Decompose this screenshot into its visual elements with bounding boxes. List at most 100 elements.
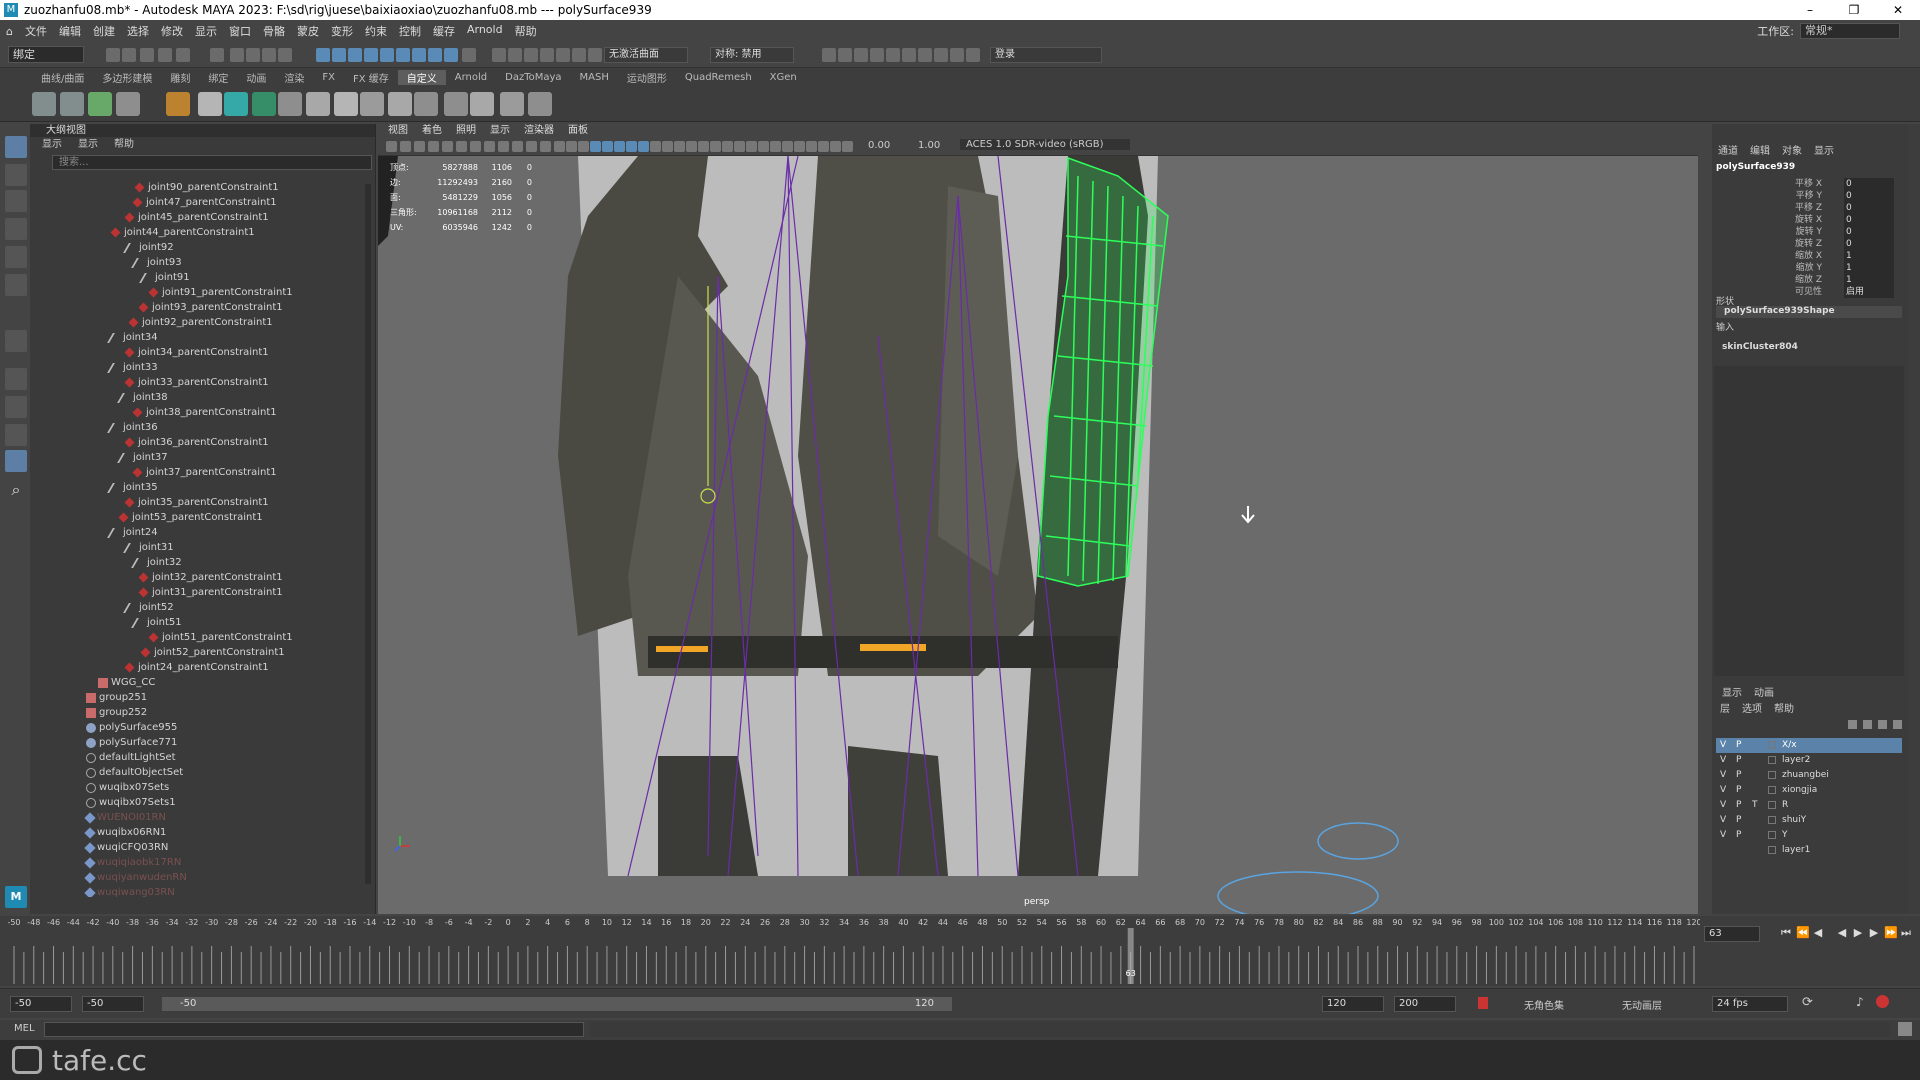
live-surface-field[interactable]: 无激活曲面 bbox=[604, 47, 688, 63]
go-to-end-icon[interactable]: ⏭ bbox=[1900, 927, 1912, 939]
viewport-tool-icon-5[interactable] bbox=[456, 141, 467, 152]
channel-box-menu-item-2[interactable]: 对象 bbox=[1782, 144, 1802, 160]
range-slider-bar[interactable]: -50 120 bbox=[162, 997, 952, 1011]
object-name[interactable]: polySurface939 bbox=[1716, 162, 1795, 172]
outliner-row[interactable]: joint34 bbox=[107, 330, 158, 345]
channel-box-menu-item-3[interactable]: 显示 bbox=[1814, 144, 1834, 160]
viewport-tool-icon-13[interactable] bbox=[566, 141, 577, 152]
layer-color-swatch[interactable] bbox=[1768, 756, 1776, 764]
viewport-tool-icon-27[interactable] bbox=[734, 141, 745, 152]
current-frame-field[interactable]: 63 bbox=[1704, 926, 1760, 942]
menu-item-2[interactable]: 创建 bbox=[87, 23, 121, 39]
channel-attr-row[interactable]: 旋转 Y 0 bbox=[1712, 226, 1908, 238]
outliner-row[interactable]: wuqiyanwudenRN bbox=[84, 870, 187, 885]
layer-color-swatch[interactable] bbox=[1768, 786, 1776, 794]
layer-playback-toggle[interactable]: P bbox=[1736, 783, 1741, 798]
layer-playback-toggle[interactable]: P bbox=[1736, 798, 1741, 813]
status-tool-icon-3[interactable] bbox=[158, 48, 172, 62]
viewport-tool-icon-22[interactable] bbox=[674, 141, 685, 152]
channel-attr-value[interactable]: 0 bbox=[1844, 202, 1894, 214]
outliner-row[interactable]: joint44_parentConstraint1 bbox=[110, 225, 255, 240]
channel-attr-value[interactable]: 0 bbox=[1844, 178, 1894, 190]
outliner-row[interactable]: joint33 bbox=[107, 360, 158, 375]
viewport-tool-icon-16[interactable] bbox=[602, 141, 613, 152]
step-forward-key-icon[interactable]: ▶︎ bbox=[1868, 927, 1880, 939]
channel-attr-row[interactable]: 可见性 启用 bbox=[1712, 286, 1908, 298]
status-tool-icon-32[interactable] bbox=[902, 48, 916, 62]
loop-icon[interactable]: ⟳ bbox=[1802, 995, 1813, 1010]
menu-item-7[interactable]: 骨骼 bbox=[257, 23, 291, 39]
viewport-tool-icon-36[interactable] bbox=[842, 141, 853, 152]
shelf-tool-icon-4[interactable] bbox=[166, 92, 190, 116]
viewport-tool-icon-24[interactable] bbox=[698, 141, 709, 152]
viewport-tool-icon-23[interactable] bbox=[686, 141, 697, 152]
outliner-row[interactable]: joint35_parentConstraint1 bbox=[124, 495, 269, 510]
channel-attr-value[interactable]: 0 bbox=[1844, 226, 1894, 238]
status-tool-icon-31[interactable] bbox=[886, 48, 900, 62]
outliner-row[interactable]: joint45_parentConstraint1 bbox=[124, 210, 269, 225]
viewport-menu-item-1[interactable]: 着色 bbox=[422, 124, 442, 138]
status-tool-icon-5[interactable] bbox=[210, 48, 224, 62]
outliner-row[interactable]: joint93 bbox=[131, 255, 182, 270]
status-tool-icon-19[interactable] bbox=[462, 48, 476, 62]
shelf-tool-icon-2[interactable] bbox=[88, 92, 112, 116]
layer-color-swatch[interactable] bbox=[1768, 846, 1776, 854]
viewport-tool-icon-25[interactable] bbox=[710, 141, 721, 152]
side-by-side-layout-icon[interactable] bbox=[5, 424, 27, 446]
outliner-row[interactable]: joint92_parentConstraint1 bbox=[128, 315, 273, 330]
outliner-row[interactable]: joint36 bbox=[107, 420, 158, 435]
channel-attr-row[interactable]: 缩放 Z 1 bbox=[1712, 274, 1908, 286]
channel-attr-value[interactable]: 0 bbox=[1844, 190, 1894, 202]
search-icon[interactable]: ⌕ bbox=[5, 480, 27, 502]
shelf-tool-icon-15[interactable] bbox=[470, 92, 494, 116]
layer-row[interactable]: V Pxiongjia bbox=[1716, 783, 1902, 798]
viewport-menu-item-2[interactable]: 照明 bbox=[456, 124, 476, 138]
channel-attr-value[interactable]: 0 bbox=[1844, 238, 1894, 250]
shelf-tool-icon-1[interactable] bbox=[60, 92, 84, 116]
cache-icon[interactable] bbox=[1876, 995, 1889, 1008]
outliner-row[interactable]: joint35 bbox=[107, 480, 158, 495]
shelf-tab-6[interactable]: FX bbox=[313, 72, 344, 83]
step-back-icon[interactable]: ⏪ bbox=[1796, 927, 1810, 939]
viewport-tool-icon-4[interactable] bbox=[442, 141, 453, 152]
status-tool-icon-23[interactable] bbox=[540, 48, 554, 62]
lasso-tool-icon[interactable] bbox=[5, 164, 27, 186]
status-tool-icon-20[interactable] bbox=[492, 48, 506, 62]
outliner-menu-item-2[interactable]: 帮助 bbox=[114, 137, 134, 153]
time-slider[interactable]: -50 -48 -46 -44 -42 -40 -38 -36 -34 -32 -30 -28 -26-… bbox=[0, 916, 1920, 986]
outliner-row[interactable]: joint47_parentConstraint1 bbox=[132, 195, 277, 210]
outliner-row[interactable]: group251 bbox=[86, 690, 147, 705]
status-tool-icon-2[interactable] bbox=[140, 48, 154, 62]
layer-move-up-icon[interactable] bbox=[1848, 720, 1857, 729]
shelf-tab-7[interactable]: FX 缓存 bbox=[344, 70, 398, 85]
viewport-tool-icon-2[interactable] bbox=[414, 141, 425, 152]
auto-key-icon[interactable] bbox=[1478, 997, 1488, 1009]
shelf-tool-icon-7[interactable] bbox=[252, 92, 276, 116]
outliner-scrollbar[interactable] bbox=[365, 184, 371, 884]
shelf-tab-5[interactable]: 渲染 bbox=[275, 70, 313, 85]
layer-color-swatch[interactable] bbox=[1768, 771, 1776, 779]
status-tool-icon-27[interactable] bbox=[822, 48, 836, 62]
outliner-row[interactable]: joint93_parentConstraint1 bbox=[138, 300, 283, 315]
outliner-row[interactable]: joint53_parentConstraint1 bbox=[118, 510, 263, 525]
layer-menu-item-2[interactable]: 帮助 bbox=[1774, 702, 1794, 718]
maximize-button[interactable]: ❐ bbox=[1832, 0, 1876, 20]
layer-row[interactable]: V Pzhuangbei bbox=[1716, 768, 1902, 783]
status-tool-icon-30[interactable] bbox=[870, 48, 884, 62]
shelf-tool-icon-14[interactable] bbox=[444, 92, 468, 116]
channel-attr-value[interactable]: 0 bbox=[1844, 214, 1894, 226]
outliner-row[interactable]: joint92 bbox=[123, 240, 174, 255]
channel-attr-row[interactable]: 平移 Y 0 bbox=[1712, 190, 1908, 202]
anim-layer-dropdown[interactable]: 无动画层 bbox=[1622, 997, 1662, 1012]
layer-playback-toggle[interactable]: P bbox=[1736, 828, 1741, 843]
layer-menu-item-0[interactable]: 层 bbox=[1720, 702, 1730, 718]
viewport-tool-icon-8[interactable] bbox=[498, 141, 509, 152]
outliner-row[interactable]: joint33_parentConstraint1 bbox=[124, 375, 269, 390]
layer-playback-toggle[interactable]: P bbox=[1736, 768, 1741, 783]
menu-item-12[interactable]: 缓存 bbox=[427, 23, 461, 39]
menu-item-1[interactable]: 编辑 bbox=[53, 23, 87, 39]
input-node[interactable]: skinCluster804 bbox=[1722, 342, 1798, 352]
shelf-tool-icon-10[interactable] bbox=[334, 92, 358, 116]
shelf-tab-9[interactable]: Arnold bbox=[446, 72, 496, 83]
menu-set-dropdown[interactable]: 绑定 bbox=[8, 46, 84, 63]
